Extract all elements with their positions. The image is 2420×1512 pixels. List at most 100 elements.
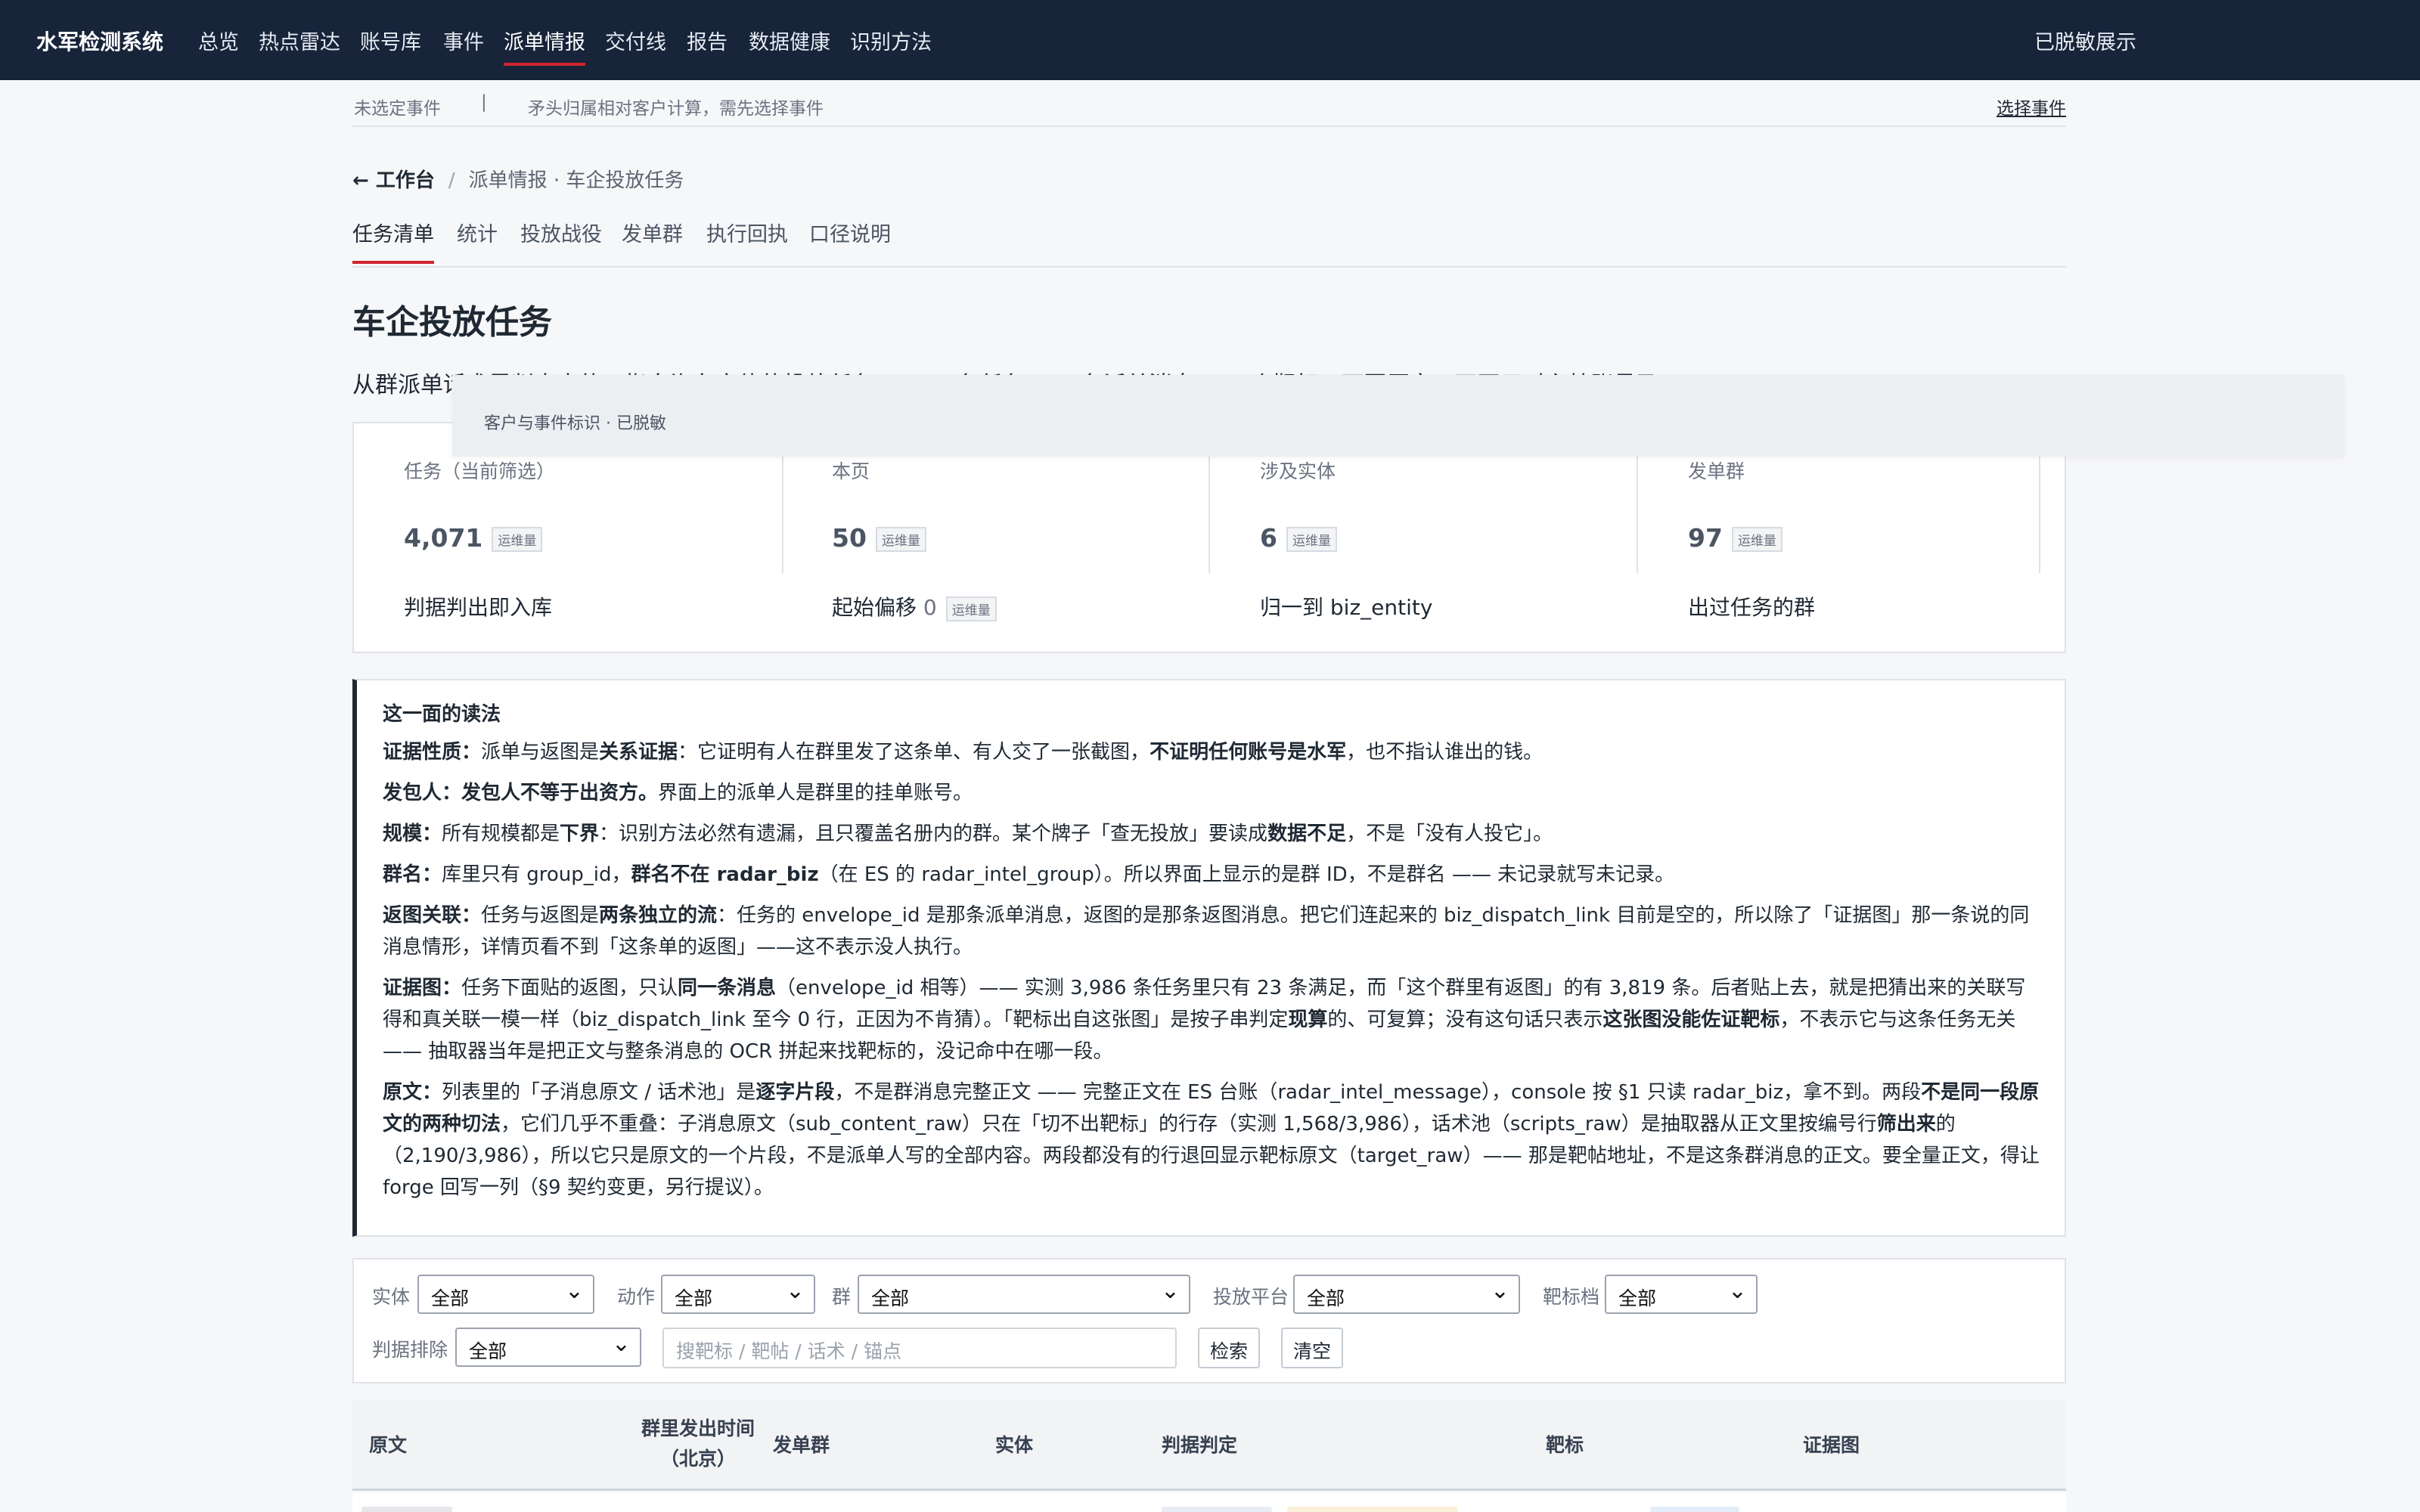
ops-badge: 运维量: [945, 596, 997, 621]
desensitized-indicator[interactable]: 已脱敏展示: [2034, 26, 2136, 55]
top-nav: 水军检测系统 总览 热点雷达 账号库 事件 派单情报 交付线 报告 数据健康 识…: [0, 0, 2420, 80]
ops-badge: 运维量: [492, 527, 543, 552]
reading-guide: 这一面的读法 证据性质：派单与返图是关系证据：它证明有人在群里发了这条单、有人交…: [352, 679, 2066, 1237]
guide-text: （在 ES 的 radar_intel_group）。所以界面上显示的是群 ID…: [818, 863, 1675, 886]
guide-text: ，它们几乎不重叠：子消息原文（sub_content_raw）只在「切不出靶标」…: [501, 1113, 1877, 1136]
event-hint: 矛头归属相对客户计算，需先选择事件: [528, 99, 824, 119]
nav-item-dispatch-intel[interactable]: 派单情报: [504, 26, 585, 66]
tooltip-text: 客户与事件标识 · 已脱敏: [484, 414, 666, 433]
offset-value: 0: [923, 595, 937, 620]
guide-text: ，不是「没有人投它」。: [1346, 823, 1553, 845]
filter-platform-label: 投放平台: [1213, 1286, 1289, 1308]
cell-hint: [1650, 1507, 1739, 1512]
guide-emphasis: 发包人不等于出资方。: [461, 782, 659, 804]
guide-key: 返图关联：: [383, 904, 482, 927]
guide-text: ，也不指认谁出的钱。: [1346, 741, 1544, 764]
tab-stats[interactable]: 统计: [457, 218, 498, 247]
guide-key: 群名：: [383, 863, 442, 886]
entity-select[interactable]: 全部: [417, 1275, 594, 1314]
group-select[interactable]: 全部: [858, 1275, 1190, 1314]
guide-text: 所有规模都是: [442, 823, 560, 845]
guide-emphasis: 群名不在 radar_biz: [631, 863, 819, 886]
stat-number: 4,071: [404, 523, 483, 553]
stat-label: 本页: [832, 460, 870, 482]
col-entity[interactable]: 实体: [995, 1430, 1033, 1458]
guide-text: 派单与返图是: [481, 741, 600, 764]
filter-exclude-label: 判据排除: [372, 1339, 448, 1361]
guide-emphasis: 现算: [1288, 1009, 1328, 1031]
target-tier-select[interactable]: 全部: [1605, 1275, 1758, 1314]
col-verdict[interactable]: 判据判定: [1162, 1430, 1237, 1458]
tab-task-list[interactable]: 任务清单: [352, 218, 434, 264]
guide-key: 规模：: [383, 823, 442, 845]
guide-text: 库里只有 group_id，: [442, 863, 631, 886]
guide-emphasis: 逐字片段: [755, 1081, 835, 1104]
platform-select[interactable]: 全部: [1293, 1275, 1520, 1314]
filter-action-label: 动作: [617, 1286, 656, 1308]
search-button[interactable]: 检索: [1198, 1328, 1260, 1368]
stat-number: 97: [1688, 523, 1723, 553]
ops-badge: 运维量: [1286, 527, 1337, 552]
guide-contractor: 发包人：发包人不等于出资方。界面上的派单人是群里的挂单账号。: [383, 777, 2042, 809]
clear-button[interactable]: 清空: [1281, 1328, 1343, 1368]
nav-item-events[interactable]: 事件: [443, 26, 484, 55]
tab-definitions[interactable]: 口径说明: [809, 218, 891, 247]
search-input[interactable]: 搜靶标 / 靶帖 / 话术 / 锚点: [662, 1328, 1177, 1368]
table-row[interactable]: [352, 1493, 2066, 1512]
col-original-text[interactable]: 原文: [369, 1430, 407, 1458]
stat-label: 发单群: [1688, 460, 1745, 482]
nav-item-hot-radar[interactable]: 热点雷达: [259, 26, 340, 55]
filter-entity-label: 实体: [372, 1286, 411, 1308]
ops-badge: 运维量: [1731, 527, 1782, 552]
action-select[interactable]: 全部: [661, 1275, 815, 1314]
page-title: 车企投放任务: [352, 303, 552, 342]
tab-campaigns[interactable]: 投放战役: [520, 218, 602, 247]
stat-footnote: 起始偏移 0 运维量: [832, 591, 997, 621]
tab-dispatch-groups[interactable]: 发单群: [622, 218, 683, 247]
col-dispatch-group[interactable]: 发单群: [773, 1430, 830, 1458]
stat-value: 97 运维量: [1688, 523, 1782, 553]
guide-evidence-image: 证据图：任务下面贴的返图，只认同一条消息（envelope_id 相等）—— 实…: [383, 972, 2042, 1067]
cell-hint: [1162, 1507, 1272, 1512]
back-to-workbench-link[interactable]: ← 工作台: [352, 169, 435, 192]
guide-original-text: 原文：列表里的「子消息原文 / 话术池」是逐字片段，不是群消息完整正文 —— 完…: [383, 1077, 2042, 1204]
guide-emphasis: 不证明任何账号是水军: [1150, 741, 1347, 764]
guide-emphasis: 这张图没能佐证靶标: [1602, 1009, 1780, 1031]
guide-text: 界面上的派单人是群里的挂单账号。: [658, 782, 973, 804]
stat-label: 涉及实体: [1260, 460, 1336, 482]
stat-tasks: 任务（当前筛选） 4,071 运维量 判据判出即入库: [354, 423, 783, 655]
nav-item-overview[interactable]: 总览: [198, 26, 239, 55]
brand-logo[interactable]: 水军检测系统: [36, 26, 163, 56]
nav-item-methods[interactable]: 识别方法: [850, 26, 932, 55]
breadcrumb-current: 派单情报 · 车企投放任务: [468, 169, 684, 192]
exclude-select[interactable]: 全部: [455, 1328, 641, 1367]
masked-identity-tooltip: 客户与事件标识 · 已脱敏: [452, 375, 2344, 457]
guide-text: ，不是群消息完整正文 —— 完整正文在 ES 台账（radar_intel_me…: [834, 1081, 1922, 1104]
guide-text: 的、可复算；没有这句话只表示: [1327, 1009, 1603, 1031]
task-table-header: 原文 群里发出时间 （北京） 发单群 实体 判据判定 靶标 证据图: [352, 1400, 2066, 1491]
select-event-link[interactable]: 选择事件: [1996, 94, 2066, 119]
stat-footnote: 出过任务的群: [1688, 595, 1816, 620]
offset-label: 起始偏移: [832, 595, 917, 620]
nav-item-accounts[interactable]: 账号库: [360, 26, 421, 55]
guide-emphasis: 筛出来: [1876, 1113, 1936, 1136]
guide-scale: 规模：所有规模都是下界：识别方法必然有遗漏，且只覆盖名册内的群。某个牌子「查无投…: [383, 818, 2042, 850]
col-evidence-image[interactable]: 证据图: [1803, 1430, 1860, 1458]
guide-key: 证据性质：: [383, 741, 482, 764]
col-target[interactable]: 靶标: [1546, 1430, 1584, 1458]
guide-key: 发包人：: [383, 782, 462, 804]
nav-item-delivery[interactable]: 交付线: [605, 26, 666, 55]
stat-page: 本页 50 运维量 起始偏移 0 运维量: [782, 423, 1210, 655]
cell-hint: [361, 1507, 452, 1512]
stat-value: 6 运维量: [1260, 523, 1337, 553]
nav-item-reports[interactable]: 报告: [687, 26, 728, 55]
stat-groups: 发单群 97 运维量 出过任务的群: [1638, 423, 2066, 655]
tab-receipts[interactable]: 执行回执: [706, 218, 788, 247]
guide-key: 原文：: [383, 1081, 442, 1104]
filter-target-tier-label: 靶标档: [1543, 1286, 1600, 1308]
nav-item-data-health[interactable]: 数据健康: [749, 26, 830, 55]
filter-bar: 实体 全部 动作 全部 群 全部 投放平台 全部 靶标档 全部 判据排除 全部 …: [352, 1258, 2066, 1383]
guide-heading: 这一面的读法: [383, 703, 501, 726]
stat-value: 50 运维量: [832, 523, 926, 553]
col-send-time[interactable]: 群里发出时间 （北京）: [634, 1414, 762, 1474]
